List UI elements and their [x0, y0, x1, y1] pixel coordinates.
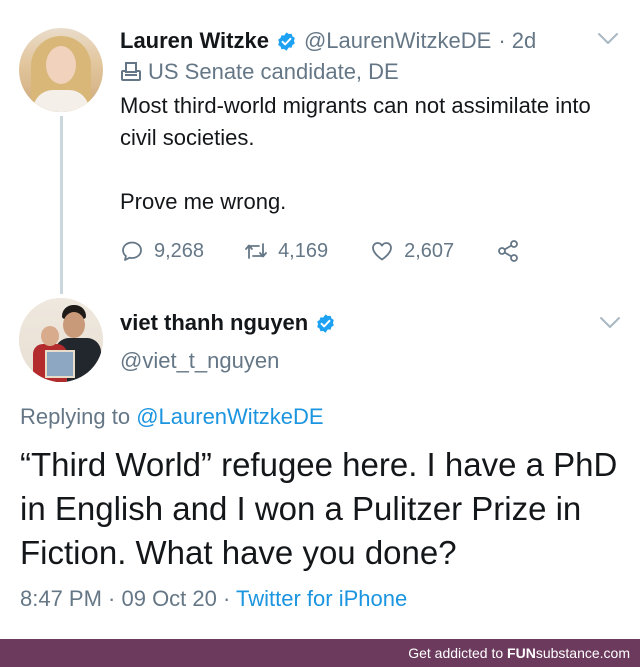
chevron-down-icon[interactable]: [599, 316, 621, 330]
reply-icon: [122, 241, 142, 261]
author-handle[interactable]: @viet_t_nguyen: [120, 348, 279, 374]
tweet-source-link[interactable]: Twitter for iPhone: [236, 586, 407, 611]
watermark-banner: Get addicted to FUNsubstance.com: [0, 639, 640, 667]
retweet-icon: [245, 243, 267, 259]
avatar-child-face: [41, 326, 59, 346]
author-name[interactable]: Lauren Witzke: [120, 28, 269, 54]
replying-to: Replying to @LaurenWitzkeDE: [20, 404, 324, 430]
tweet-time[interactable]: · 2d: [498, 28, 536, 54]
reply-header: viet thanh nguyen: [120, 306, 336, 340]
reply-text: “Third World” refugee here. I have a PhD…: [20, 446, 618, 571]
replying-mention-link[interactable]: @LaurenWitzkeDE: [136, 404, 323, 429]
label-text: US Senate candidate, DE: [148, 59, 399, 84]
watermark-brand-fun: FUN: [507, 645, 536, 661]
tweet-header: Lauren Witzke @LaurenWitzkeDE · 2d: [120, 24, 536, 58]
tweet-metadata: 8:47 PM · 09 Oct 20 · Twitter for iPhone: [20, 586, 407, 612]
author-name[interactable]: viet thanh nguyen: [120, 310, 308, 336]
verified-badge-icon: [317, 313, 335, 333]
avatar[interactable]: [19, 298, 103, 382]
reply-count: 9,268: [154, 239, 205, 262]
avatar[interactable]: [19, 28, 103, 112]
tweet-actions: 9,268 4,169 2,607: [120, 236, 520, 266]
replying-prefix: Replying to: [20, 404, 131, 429]
thread-connector-line: [60, 116, 63, 294]
reply-button[interactable]: 9,268: [120, 239, 204, 263]
author-handle[interactable]: @LaurenWitzkeDE: [304, 28, 491, 54]
avatar-face: [46, 46, 76, 84]
avatar-clothing: [33, 90, 89, 112]
verified-badge-icon: [278, 31, 295, 51]
like-count: 2,607: [404, 239, 455, 262]
share-icon: [498, 240, 519, 262]
avatar-book: [45, 350, 75, 378]
watermark-suffix: .com: [599, 645, 630, 661]
retweet-count: 4,169: [278, 239, 329, 262]
tweet-original[interactable]: Lauren Witzke @LaurenWitzkeDE · 2d US Se…: [0, 0, 640, 295]
avatar-figure-face: [63, 312, 85, 338]
share-button[interactable]: [496, 239, 520, 263]
candidate-label: US Senate candidate, DE: [120, 58, 399, 86]
watermark-brand-rest: substance: [535, 645, 600, 661]
watermark-prefix: Get addicted to: [408, 645, 508, 661]
chevron-down-icon[interactable]: [597, 32, 619, 46]
tweet-text: Most third-world migrants can not assimi…: [120, 93, 591, 214]
retweet-button[interactable]: 4,169: [244, 239, 328, 263]
like-button[interactable]: 2,607: [370, 239, 454, 263]
ballot-box-icon: [121, 62, 141, 81]
tweet-timestamp[interactable]: 8:47 PM · 09 Oct 20 ·: [20, 586, 236, 611]
heart-icon: [372, 242, 393, 261]
watermark-text[interactable]: Get addicted to FUNsubstance.com: [408, 645, 630, 661]
